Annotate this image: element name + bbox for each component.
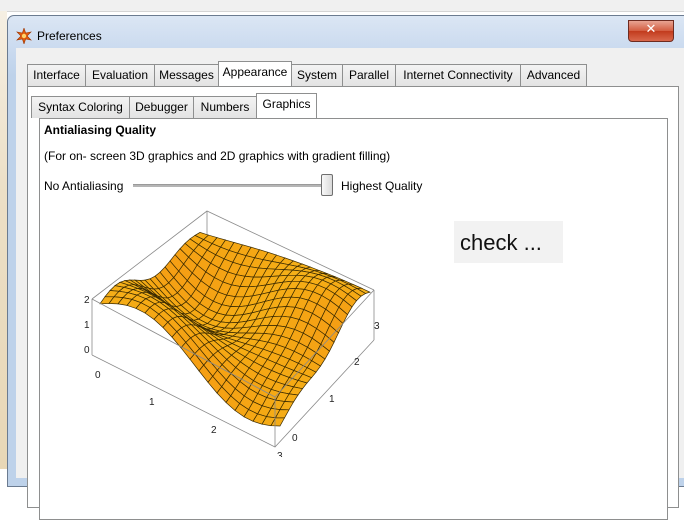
subtab-debugger[interactable]: Debugger (129, 96, 194, 118)
subtab-syntax-coloring[interactable]: Syntax Coloring (31, 96, 130, 118)
z-tick-0: 0 (84, 345, 90, 356)
background-window-edge (0, 11, 7, 469)
y-tick-1: 1 (329, 394, 335, 405)
z-tick-2: 2 (84, 295, 90, 306)
tab-internet-connectivity[interactable]: Internet Connectivity (395, 64, 521, 86)
antialiasing-slider-track[interactable] (133, 184, 332, 187)
x-tick-3: 3 (277, 451, 283, 457)
tab-appearance[interactable]: Appearance (218, 61, 292, 86)
antialiasing-slider-thumb[interactable] (321, 174, 333, 196)
overlay-check-box: check ... (454, 221, 563, 263)
tab-system[interactable]: System (291, 64, 343, 86)
subtab-graphics[interactable]: Graphics (256, 93, 317, 118)
subtab-numbers[interactable]: Numbers (193, 96, 257, 118)
close-icon: ✕ (645, 22, 657, 37)
antialiasing-title: Antialiasing Quality (44, 123, 157, 137)
background-window-strip (0, 0, 684, 12)
tab-evaluation[interactable]: Evaluation (85, 64, 155, 86)
slider-min-label: No Antialiasing (44, 179, 124, 193)
slider-max-label: Highest Quality (341, 179, 423, 193)
overlay-check-text: check ... (460, 230, 542, 255)
tab-parallel[interactable]: Parallel (342, 64, 396, 86)
close-button[interactable]: ✕ (628, 20, 674, 42)
preferences-window: Preferences ✕ Interface Evaluation Messa… (7, 15, 684, 520)
tab-advanced[interactable]: Advanced (520, 64, 587, 86)
x-tick-1: 1 (149, 397, 155, 408)
x-tick-0: 0 (95, 370, 101, 381)
dialog-client: Interface Evaluation Messages Appearance… (16, 48, 684, 520)
mathematica-star-icon (16, 28, 32, 44)
antialiasing-preview-plot: 2 1 0 0 1 2 3 0 1 2 3 (84, 210, 380, 457)
tab-interface[interactable]: Interface (27, 64, 86, 86)
y-tick-3: 3 (374, 321, 380, 332)
y-tick-0: 0 (292, 433, 298, 444)
graphics-panel: Antialiasing Quality (For on- screen 3D … (39, 118, 668, 520)
antialiasing-description: (For on- screen 3D graphics and 2D graph… (44, 149, 391, 163)
appearance-panel: Syntax Coloring Debugger Numbers Graphic… (27, 86, 679, 520)
x-tick-2: 2 (211, 425, 217, 436)
y-tick-2: 2 (354, 357, 360, 368)
window-title: Preferences (37, 29, 102, 43)
z-tick-1: 1 (84, 320, 90, 331)
tab-messages[interactable]: Messages (154, 64, 219, 86)
